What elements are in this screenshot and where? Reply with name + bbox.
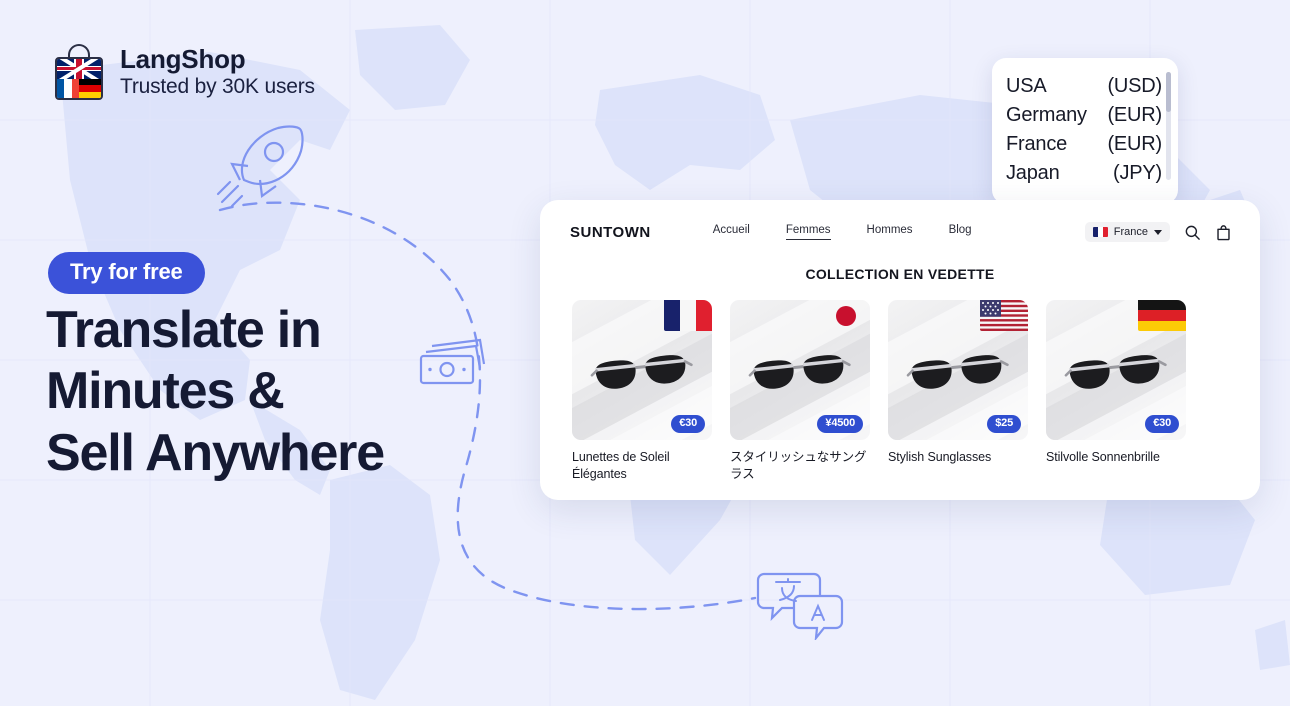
nav-link-blog[interactable]: Blog [949, 224, 972, 240]
country-language-selector[interactable]: France [1084, 222, 1170, 242]
product-title: スタイリッシュなサングラス [730, 450, 867, 481]
product-thumbnail: $25 [888, 300, 1028, 440]
nav-link-femmes[interactable]: Femmes [785, 224, 831, 240]
chevron-down-icon [1154, 229, 1162, 235]
brand-logo[interactable]: LangShop Trusted by 30K users [52, 44, 315, 100]
currency-code: (EUR) [1107, 133, 1162, 155]
storefront-brand[interactable]: SUNTOWN [570, 224, 651, 241]
headline-line-1: Translate in [46, 301, 322, 359]
brand-tagline: Trusted by 30K users [120, 74, 315, 98]
product-card[interactable]: €30 Lunettes de Soleil Élégantes [572, 300, 712, 483]
currency-country: Germany [1006, 104, 1087, 126]
storefront-tools: France [1084, 222, 1232, 242]
japan-flag [822, 300, 870, 331]
germany-flag [79, 78, 101, 98]
headline-line-3: Sell Anywhere [46, 423, 385, 482]
currency-option[interactable]: Germany (EUR) [1006, 101, 1162, 130]
product-price: €30 [1145, 415, 1179, 433]
currency-option[interactable]: USA (USD) [1006, 72, 1162, 101]
currency-code: (EUR) [1107, 104, 1162, 126]
germany-flag [1138, 300, 1186, 331]
nav-link-accueil[interactable]: Accueil [713, 224, 750, 240]
currency-country: USA [1006, 75, 1047, 97]
product-thumbnail: ¥4500 [730, 300, 870, 440]
try-for-free-button[interactable]: Try for free [48, 252, 205, 294]
storefront-preview-card: SUNTOWN Accueil Femmes Hommes Blog Franc… [540, 200, 1260, 500]
product-title: Lunettes de Soleil Élégantes [572, 450, 670, 481]
headline-line-2: Minutes & [46, 362, 285, 421]
currency-code: (USD) [1107, 75, 1162, 97]
product-title: Stylish Sunglasses [888, 450, 992, 464]
france-flag [57, 78, 79, 98]
currency-option[interactable]: Japan (JPY) [1006, 159, 1162, 188]
currency-country: Japan [1006, 162, 1060, 184]
shopping-bag-flags-icon [52, 44, 106, 100]
uk-flag [57, 59, 101, 79]
collection-heading: COLLECTION EN VEDETTE [805, 266, 995, 282]
vertical-scrollbar[interactable] [1166, 72, 1171, 180]
france-flag [664, 300, 712, 331]
product-price: $25 [987, 415, 1021, 433]
product-card[interactable]: €30 Stilvolle Sonnenbrille [1046, 300, 1186, 483]
product-price: €30 [671, 415, 705, 433]
currency-code: (JPY) [1112, 162, 1162, 184]
product-title: Stilvolle Sonnenbrille [1046, 450, 1160, 464]
storefront-navbar: SUNTOWN Accueil Femmes Hommes Blog Franc… [540, 200, 1260, 264]
search-icon[interactable] [1184, 224, 1201, 241]
brand-name: LangShop [120, 44, 246, 75]
product-price: ¥4500 [817, 415, 863, 433]
translate-speech-bubbles-icon [756, 572, 844, 640]
currency-country: France [1006, 133, 1068, 155]
rocket-icon [216, 125, 304, 208]
page-title: Translate in Minutes & Sell Anywhere [46, 300, 476, 484]
currency-option[interactable]: France (EUR) [1006, 130, 1162, 159]
country-selector-label: France [1113, 226, 1148, 238]
hero-banner: LangShop Trusted by 30K users Try for fr… [0, 0, 1290, 706]
product-card[interactable]: $25 Stylish Sunglasses [888, 300, 1028, 483]
currency-dropdown-panel[interactable]: USA (USD) Germany (EUR) France (EUR) Jap… [992, 58, 1178, 204]
usa-flag [980, 300, 1028, 331]
product-thumbnail: €30 [1046, 300, 1186, 440]
shopping-bag-icon[interactable] [1215, 224, 1232, 241]
product-thumbnail: €30 [572, 300, 712, 440]
product-grid: €30 Lunettes de Soleil Élégantes ¥4500 ス… [540, 282, 1260, 483]
storefront-nav-links: Accueil Femmes Hommes Blog [713, 224, 972, 240]
france-flag-icon [1092, 227, 1108, 237]
product-card[interactable]: ¥4500 スタイリッシュなサングラス [730, 300, 870, 483]
nav-link-hommes[interactable]: Hommes [867, 224, 913, 240]
